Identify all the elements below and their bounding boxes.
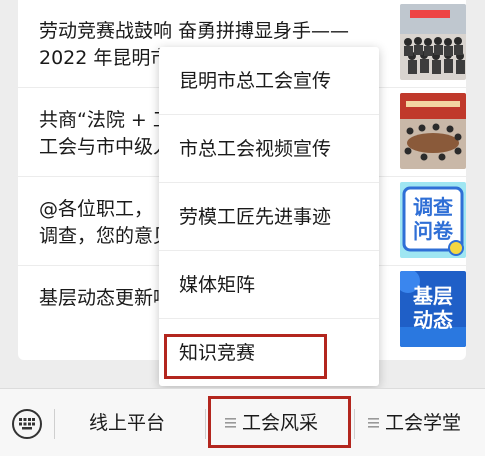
survey-thumbnail: 调查 问卷 <box>400 182 466 258</box>
menu-item-kunming-union-publicity[interactable]: 昆明市总工会宣传 <box>159 47 379 115</box>
menu-item-label: 劳模工匠先进事迹 <box>179 206 332 228</box>
tab-union-style[interactable]: 工会风采 <box>206 389 354 456</box>
menu-lines-icon <box>225 418 236 428</box>
news-thumbnail: 基层 动态 <box>400 271 466 347</box>
menu-item-label: 市总工会视频宣传 <box>179 138 332 160</box>
tab-label: 工会风采 <box>242 412 319 434</box>
group-photo-thumbnail <box>400 4 466 80</box>
menu-item-knowledge-contest[interactable]: 知识竞赛 <box>159 319 379 387</box>
menu-item-label: 知识竞赛 <box>179 342 256 364</box>
survey-thumb-text-1: 调查 <box>413 195 453 219</box>
popup-menu: 昆明市总工会宣传 市总工会视频宣传 劳模工匠先进事迹 媒体矩阵 知识竞赛 <box>159 47 379 386</box>
menu-item-label: 媒体矩阵 <box>179 274 256 296</box>
keyboard-icon[interactable] <box>12 409 42 439</box>
tab-union-school[interactable]: 工会学堂 <box>355 389 485 456</box>
menu-lines-icon <box>368 418 379 428</box>
survey-thumb-text-2: 问卷 <box>413 219 453 243</box>
tab-online-platform[interactable]: 线上平台 <box>55 389 205 456</box>
menu-item-label: 昆明市总工会宣传 <box>179 70 332 92</box>
menu-item-model-workers[interactable]: 劳模工匠先进事迹 <box>159 183 379 251</box>
menu-item-video-publicity[interactable]: 市总工会视频宣传 <box>159 115 379 183</box>
menu-item-media-matrix[interactable]: 媒体矩阵 <box>159 251 379 319</box>
tab-label: 线上平台 <box>89 412 166 434</box>
tab-label: 工会学堂 <box>385 412 462 434</box>
meeting-photo-thumbnail <box>400 93 466 169</box>
news-thumb-text-1: 基层 <box>413 284 453 308</box>
news-thumb-text-2: 动态 <box>413 308 453 332</box>
bottom-menu-bar: 线上平台 工会风采 工会学堂 <box>0 388 485 456</box>
